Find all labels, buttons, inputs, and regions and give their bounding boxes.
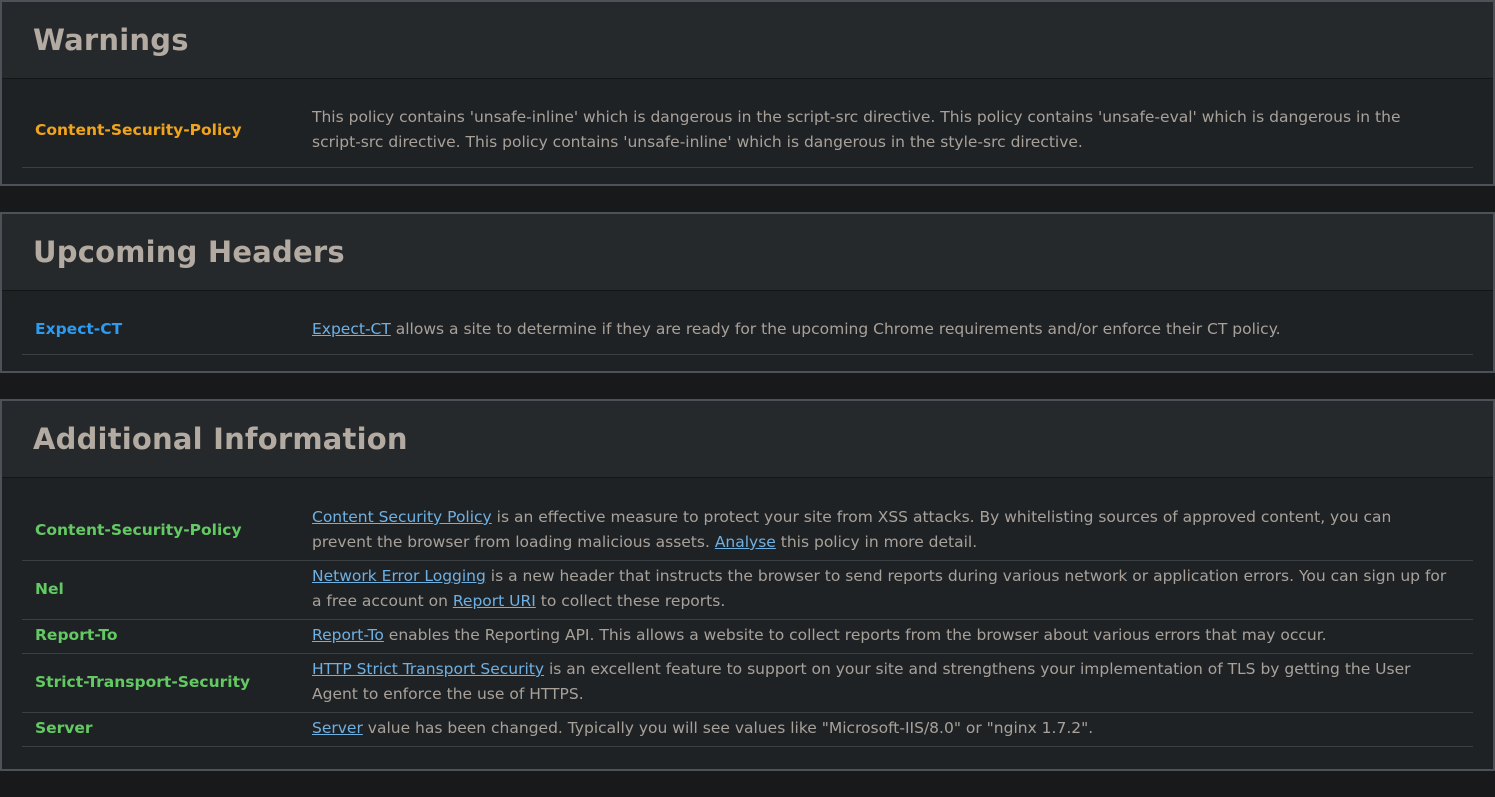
nel-header-label: Nel [22,577,312,602]
header-row-report-to: Report-ToReport-To enables the Reporting… [22,620,1473,654]
report-uri-link[interactable]: Report URI [453,592,536,610]
content-security-policy-header-label: Content-Security-Policy [22,118,312,143]
upcoming-headers-panel: Upcoming Headers Expect-CTExpect-CT allow… [0,212,1495,373]
description-text: allows a site to determine if they are r… [391,320,1281,338]
header-row-content-security-policy: Content-Security-PolicyThis policy conta… [22,95,1473,168]
header-row-content-security-policy: Content-Security-PolicyContent Security … [22,502,1473,561]
header-row-strict-transport-security: Strict-Transport-SecurityHTTP Strict Tra… [22,654,1473,713]
upcoming-headers-panel-body: Expect-CTExpect-CT allows a site to dete… [2,291,1493,371]
report-to-header-label: Report-To [22,623,312,648]
additional-information-panel: Additional Information Content-Security-P… [0,399,1495,771]
strict-transport-security-header-label: Strict-Transport-Security [22,670,312,695]
header-row-expect-ct: Expect-CTExpect-CT allows a site to dete… [22,307,1473,355]
analyse-link[interactable]: Analyse [715,533,776,551]
expect-ct-header-label: Expect-CT [22,317,312,342]
header-description: HTTP Strict Transport Security is an exc… [312,657,1473,707]
content-security-policy-header-label: Content-Security-Policy [22,518,312,543]
header-description: Network Error Logging is a new header th… [312,564,1473,614]
header-description: Content Security Policy is an effective … [312,505,1473,555]
description-text: This policy contains 'unsafe-inline' whi… [312,108,1401,151]
additional-information-panel-header: Additional Information [2,401,1493,478]
panel-title: Warnings [33,23,1462,57]
header-description: Expect-CT allows a site to determine if … [312,317,1473,342]
warnings-panel-body: Content-Security-PolicyThis policy conta… [2,79,1493,184]
upcoming-headers-panel-header: Upcoming Headers [2,214,1493,291]
header-row-nel: NelNetwork Error Logging is a new header… [22,561,1473,620]
additional-information-panel-body: Content-Security-PolicyContent Security … [2,478,1493,769]
warnings-panel-header: Warnings [2,2,1493,79]
server-link[interactable]: Server [312,719,363,737]
expect-ct-link[interactable]: Expect-CT [312,320,391,338]
header-description: Server value has been changed. Typically… [312,716,1473,741]
description-text: to collect these reports. [536,592,725,610]
security-headers-report: WarningsContent-Security-PolicyThis poli… [0,0,1495,771]
header-row-server: ServerServer value has been changed. Typ… [22,713,1473,747]
report-to-link[interactable]: Report-To [312,626,384,644]
panel-title: Upcoming Headers [33,235,1462,269]
description-text: value has been changed. Typically you wi… [363,719,1093,737]
server-header-label: Server [22,716,312,741]
header-description: This policy contains 'unsafe-inline' whi… [312,105,1473,155]
content-security-policy-link[interactable]: Content Security Policy [312,508,492,526]
http-strict-transport-security-link[interactable]: HTTP Strict Transport Security [312,660,544,678]
panel-title: Additional Information [33,422,1462,456]
network-error-logging-link[interactable]: Network Error Logging [312,567,486,585]
description-text: this policy in more detail. [776,533,977,551]
warnings-panel: Warnings Content-Security-PolicyThis poli… [0,0,1495,186]
description-text: enables the Reporting API. This allows a… [384,626,1327,644]
header-description: Report-To enables the Reporting API. Thi… [312,623,1473,648]
